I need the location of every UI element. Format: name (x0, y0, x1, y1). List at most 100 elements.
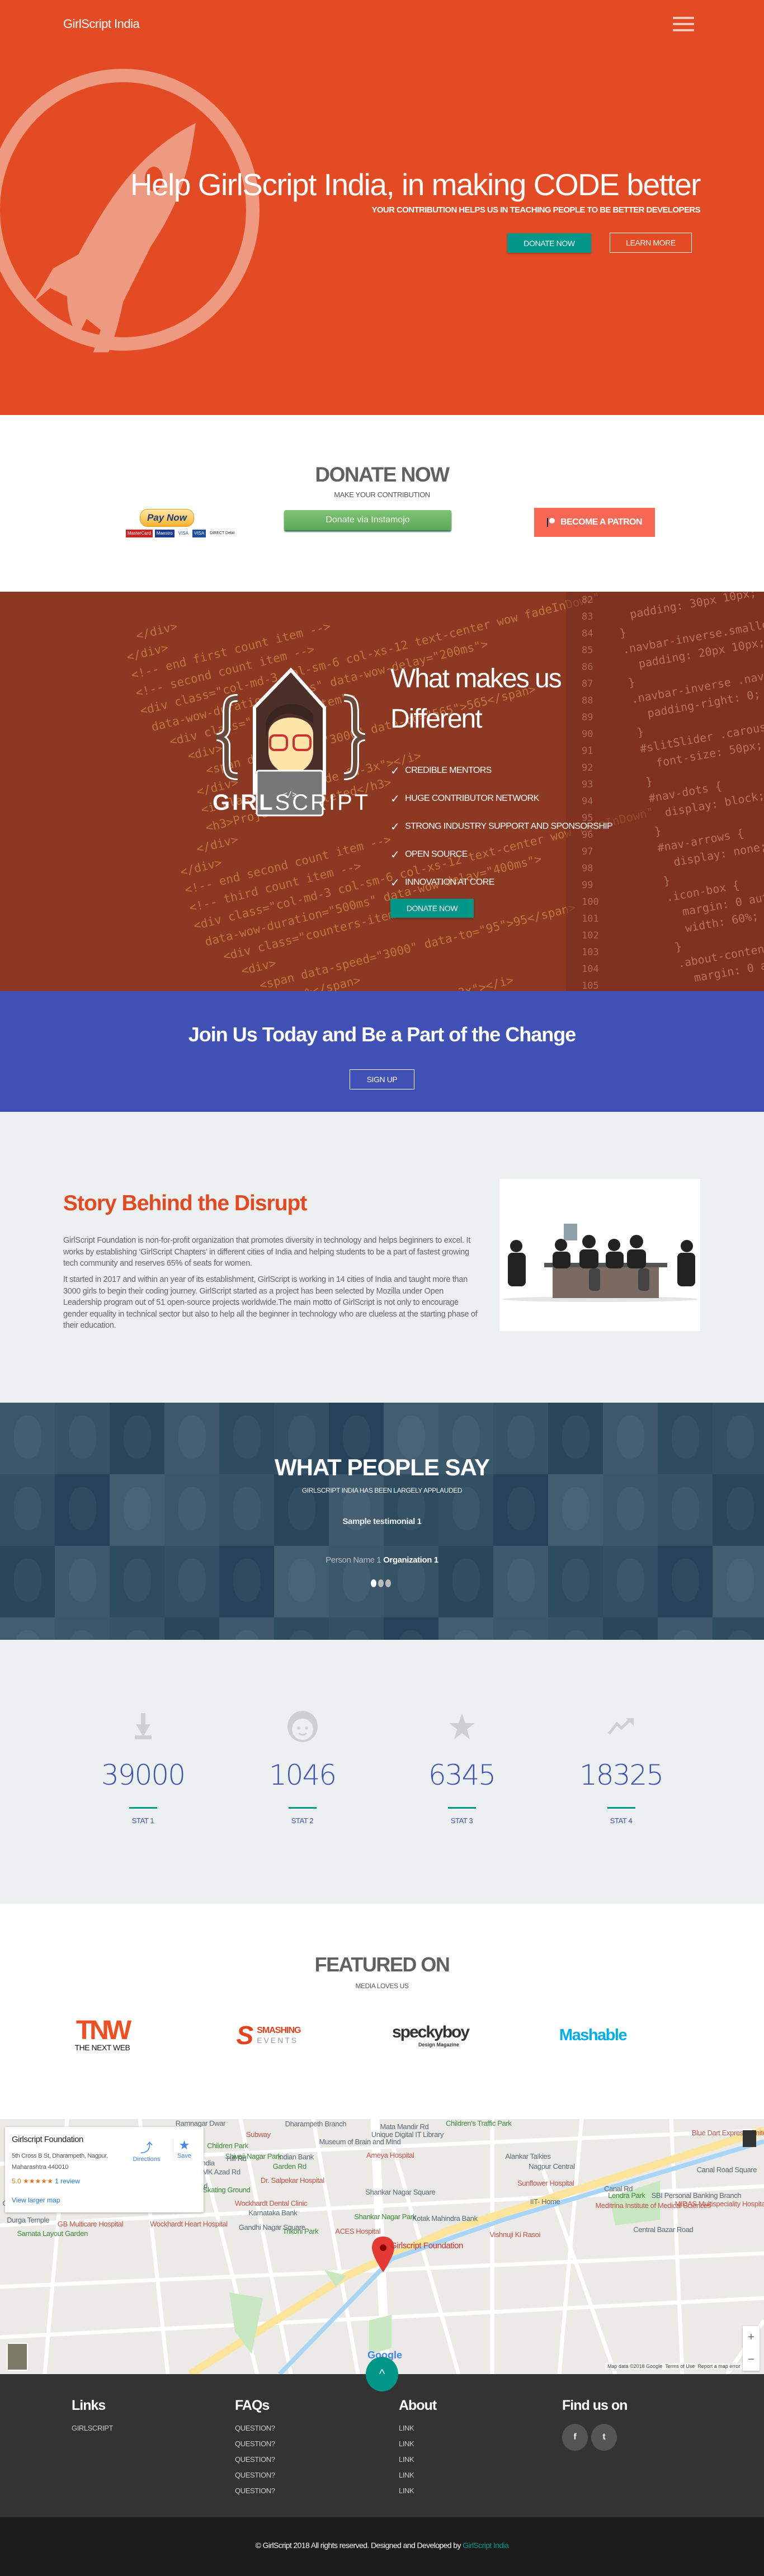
map-zoom-controls: + − (743, 2326, 760, 2371)
about-link[interactable]: LINK (399, 2440, 436, 2455)
map-label: Mata Mandir Rd (380, 2122, 429, 2131)
features-donate-button[interactable]: DONATE NOW (390, 899, 474, 918)
patreon-label: BECOME A PATRON (560, 517, 642, 527)
about-link[interactable]: LINK (399, 2471, 436, 2487)
check-icon: ✓ (390, 876, 400, 889)
map-label: Wockhardt Heart Hospital (150, 2220, 228, 2228)
faq-link[interactable]: QUESTION? (235, 2455, 275, 2471)
faq-link[interactable]: QUESTION? (235, 2424, 275, 2440)
learn-more-button[interactable]: LEARN MORE (610, 233, 692, 253)
faq-link[interactable]: QUESTION? (235, 2440, 275, 2455)
google-map[interactable]: Ramnagar Dwar Dharampeth Branch Children's… (0, 2119, 764, 2374)
map-label: Trikoni Park (282, 2227, 319, 2236)
mastercard-icon: MasterCard (126, 530, 153, 537)
directions-button[interactable]: ⤴ Directions (133, 2138, 161, 2163)
satellite-toggle[interactable] (7, 2343, 28, 2371)
brand-logo[interactable]: GirlScript India (63, 17, 140, 31)
report-link[interactable]: Report a map error (697, 2363, 740, 2369)
signup-button[interactable]: SIGN UP (350, 1069, 414, 1089)
map-label: Children Park (207, 2141, 248, 2150)
carousel-dots (371, 1579, 391, 1587)
map-label: Canal Road Square (696, 2165, 757, 2174)
map-label: Samata Layout Garden (17, 2229, 88, 2238)
story-title: Story Behind the Disrupt (63, 1191, 307, 1215)
paypal-pay-now-button[interactable]: Pay Now (140, 509, 194, 527)
view-larger-map-link[interactable]: View larger map (12, 2196, 60, 2204)
star-icon (382, 1710, 541, 1743)
line-number: 90 (582, 729, 593, 740)
map-info-card: Girlscript Foundation 5th Cross B St, Dh… (5, 2127, 204, 2212)
speckyboy-logo[interactable]: speckyboy Design Magazine (390, 2016, 471, 2055)
pegman-icon[interactable] (743, 2130, 756, 2147)
feature-item: ✓ HUGE CONTRIBUTOR NETWORK (390, 792, 539, 805)
scroll-to-top-button[interactable]: ^ (366, 2357, 398, 2391)
zoom-in-button[interactable]: + (743, 2326, 760, 2348)
map-attribution: Map data ©2018 Google Terms of Use Repor… (605, 2363, 743, 2370)
map-place-name: Girlscript Foundation (12, 2135, 83, 2144)
about-link[interactable]: LINK (399, 2424, 436, 2440)
story-paragraph: GirlScript Foundation is non-for-profit … (63, 1236, 470, 1268)
check-icon: ✓ (390, 765, 400, 777)
maestro-icon: Maestro (154, 530, 175, 537)
credit-link[interactable]: GirlScript India (463, 2541, 509, 2550)
line-number: 101 (582, 913, 599, 924)
stat-item: 6345 STAT 3 (382, 1710, 541, 1825)
map-label: Shankar Nagar Park (354, 2212, 416, 2221)
facebook-icon[interactable]: f (562, 2424, 588, 2451)
map-label: Dharampeth Branch (285, 2119, 347, 2128)
team-meeting-illustration (499, 1179, 700, 1331)
mashable-logo[interactable]: Mashable (554, 2016, 632, 2055)
map-address-1: 5th Cross B St, Dharampeth, Nagpur, (12, 2153, 108, 2159)
map-label: Ameya Hospital (366, 2151, 414, 2160)
hamburger-menu-icon[interactable] (673, 17, 694, 31)
line-number: 105 (582, 980, 599, 991)
line-number: 88 (582, 695, 593, 706)
carousel-dot[interactable] (371, 1579, 376, 1587)
terms-link[interactable]: Terms of Use (665, 2363, 695, 2369)
tnw-logo[interactable]: TNW THE NEXT WEB (63, 2016, 142, 2055)
feature-item: ✓ INNOVATION AT CORE (390, 876, 494, 889)
map-label: Karnataka Bank (248, 2209, 298, 2217)
stat-divider (607, 1807, 635, 1809)
twitter-icon[interactable]: t (591, 2424, 617, 2451)
about-link[interactable]: LINK (399, 2487, 436, 2502)
map-label: SBI Personal Banking Branch (651, 2191, 742, 2200)
footer-link[interactable]: GIRLSCRIPT (72, 2424, 113, 2440)
line-number: 82 (582, 595, 593, 606)
zoom-out-button[interactable]: − (743, 2348, 760, 2371)
carousel-dot[interactable] (385, 1579, 391, 1587)
patreon-icon (547, 518, 555, 527)
stat-value: 1046 (268, 1759, 337, 1791)
download-icon (63, 1710, 223, 1743)
feature-item: ✓ OPEN SOURCE (390, 848, 468, 861)
patreon-button[interactable]: BECOME A PATRON (534, 508, 655, 537)
save-button[interactable]: ★ Save (173, 2138, 195, 2159)
stat-label: STAT 1 (131, 1817, 154, 1825)
instamojo-donate-button[interactable]: Donate via Instamojo (284, 510, 451, 530)
copyright-text: © GirlScript 2018 All rights reserved. D… (255, 2541, 509, 2550)
features-list: ✓ CREDIBLE MENTORS ✓ HUGE CONTRIBUTOR NETW… (390, 757, 613, 897)
stat-divider (447, 1807, 476, 1809)
footer-heading: Find us on (562, 2398, 628, 2413)
smashing-events-logo[interactable]: S SMASHING EVENTS (227, 2016, 310, 2055)
map-rating: 5.0 ★★★★★ 1 review (12, 2177, 80, 2185)
map-label: IIT- Home (530, 2197, 560, 2206)
feature-item: ✓ STRONG INDUSTRY SUPPORT AND SPONSORSHIP (390, 820, 613, 833)
footer-heading: Links (72, 2398, 106, 2413)
line-number: 104 (582, 964, 599, 975)
map-label: Durga Temple (7, 2216, 50, 2225)
map-reviews-link[interactable]: 1 review (55, 2177, 80, 2185)
about-link[interactable]: LINK (399, 2455, 436, 2471)
faq-link[interactable]: QUESTION? (235, 2487, 275, 2502)
faq-link[interactable]: QUESTION? (235, 2471, 275, 2487)
footer-heading: FAQs (235, 2398, 270, 2413)
featured-section: FEATURED ON MEDIA LOVES US TNW THE NEXT … (0, 1904, 764, 2119)
visa-icon: VISA (178, 531, 188, 536)
carousel-dot[interactable] (378, 1579, 384, 1587)
star-icon: ★ (178, 2138, 190, 2152)
hero-section: GirlScript India Help GirlScript India, … (0, 0, 764, 415)
stat-value: 6345 (428, 1759, 496, 1791)
join-title: Join Us Today and Be a Part of the Chang… (188, 1023, 576, 1046)
stat-label: STAT 4 (610, 1817, 633, 1825)
hero-donate-button[interactable]: DONATE NOW (507, 233, 591, 253)
